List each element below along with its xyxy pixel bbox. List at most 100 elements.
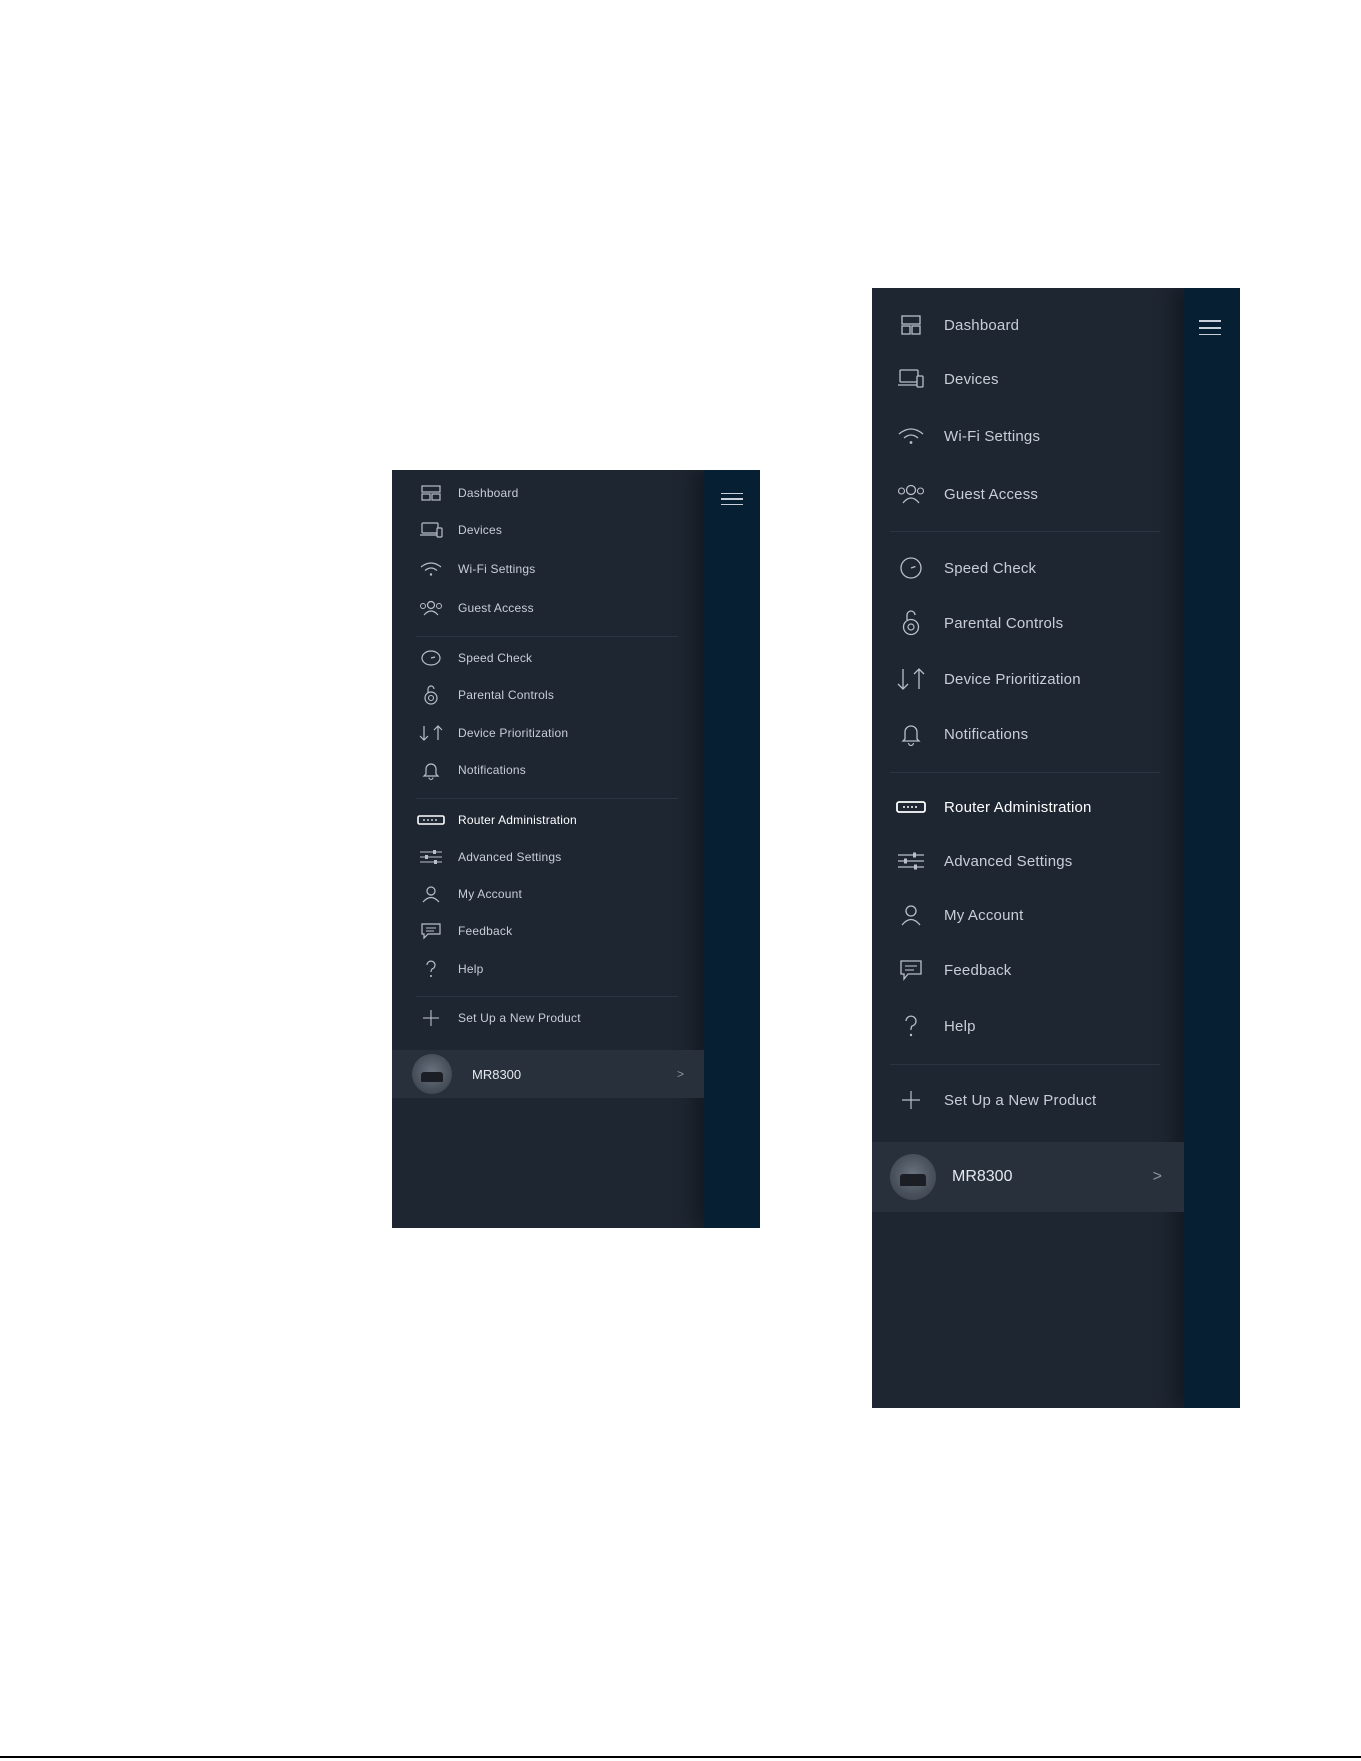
- menu-item-label: Device Prioritization: [944, 670, 1081, 688]
- menu-item-label: Feedback: [944, 961, 1012, 979]
- menu-item-parental-controls[interactable]: Parental Controls: [872, 605, 1063, 641]
- menu-item-feedback[interactable]: Feedback: [392, 917, 512, 945]
- menu-item-notifications[interactable]: Notifications: [392, 756, 526, 784]
- menu-item-label: Notifications: [944, 725, 1029, 743]
- product-thumbnail: [412, 1054, 452, 1094]
- menu-item-router-administration[interactable]: Router Administration: [392, 806, 577, 834]
- menu-item-label: Guest Access: [944, 485, 1039, 503]
- dashboard-icon: [416, 485, 446, 501]
- sliders-icon: [894, 851, 928, 871]
- menu-item-label: Parental Controls: [458, 688, 555, 702]
- menu-item-label: Dashboard: [458, 486, 519, 500]
- menu-item-dashboard[interactable]: Dashboard: [872, 307, 1019, 343]
- menu-item-label: Set Up a New Product: [458, 1011, 581, 1025]
- chevron-right-icon: >: [1152, 1168, 1162, 1185]
- menu-item-guest-access[interactable]: Guest Access: [872, 476, 1038, 512]
- menu-item-devices[interactable]: Devices: [392, 516, 502, 544]
- bell-icon: [894, 722, 928, 747]
- dashboard-icon: [894, 315, 928, 335]
- menu-item-label: Set Up a New Product: [944, 1091, 1097, 1109]
- menu-item-devices[interactable]: Devices: [872, 361, 999, 397]
- menu-item-device-prioritization[interactable]: Device Prioritization: [392, 719, 568, 747]
- menu-item-advanced-settings[interactable]: Advanced Settings: [392, 843, 561, 871]
- bell-icon: [416, 760, 446, 781]
- menu-panel-large: Dashboard Devices Wi-Fi Settings Guest A…: [872, 288, 1240, 1408]
- menu-item-label: Dashboard: [944, 316, 1020, 334]
- menu-item-parental-controls[interactable]: Parental Controls: [392, 681, 554, 709]
- menu-item-label: Parental Controls: [944, 614, 1064, 632]
- menu-item-advanced-settings[interactable]: Advanced Settings: [872, 843, 1072, 879]
- menu-item-device-prioritization[interactable]: Device Prioritization: [872, 661, 1081, 697]
- menu-item-speed-check[interactable]: Speed Check: [872, 550, 1036, 586]
- prioritization-icon: [416, 724, 446, 742]
- menu-item-my-account[interactable]: My Account: [872, 897, 1024, 933]
- help-icon: [894, 1014, 928, 1038]
- menu-item-feedback[interactable]: Feedback: [872, 952, 1011, 988]
- product-row[interactable]: MR8300 >: [872, 1142, 1184, 1212]
- divider: [890, 531, 1160, 532]
- guest-access-icon: [894, 484, 928, 504]
- router-icon: [894, 800, 928, 814]
- menu-item-help[interactable]: Help: [392, 955, 483, 983]
- menu-item-label: My Account: [944, 906, 1024, 924]
- product-name: MR8300: [952, 1168, 1013, 1185]
- menu-item-wifi-settings[interactable]: Wi-Fi Settings: [872, 418, 1040, 454]
- hamburger-icon[interactable]: [721, 493, 743, 509]
- devices-icon: [416, 522, 446, 538]
- menu-item-router-administration[interactable]: Router Administration: [872, 789, 1092, 825]
- guest-access-icon: [416, 600, 446, 616]
- plus-icon: [894, 1089, 928, 1111]
- devices-icon: [894, 369, 928, 389]
- menu-item-my-account[interactable]: My Account: [392, 880, 522, 908]
- menu-item-label: Router Administration: [458, 813, 577, 827]
- speed-check-icon: [416, 649, 446, 667]
- menu-item-label: Devices: [458, 523, 503, 537]
- parental-controls-icon: [894, 610, 928, 636]
- feedback-icon: [416, 922, 446, 940]
- menu-panel-small: Dashboard Devices Wi-Fi Settings Guest A…: [392, 470, 760, 1228]
- plus-icon: [416, 1008, 446, 1028]
- menu-item-label: Guest Access: [458, 601, 534, 615]
- wifi-icon: [894, 426, 928, 446]
- menu-item-label: Advanced Settings: [458, 850, 562, 864]
- menu-item-notifications[interactable]: Notifications: [872, 716, 1028, 752]
- wifi-icon: [416, 561, 446, 577]
- menu-item-label: Speed Check: [458, 651, 533, 665]
- menu-item-speed-check[interactable]: Speed Check: [392, 644, 532, 672]
- menu-item-label: Help: [944, 1017, 976, 1035]
- side-strip: [704, 470, 760, 1228]
- help-icon: [416, 959, 446, 979]
- divider: [890, 772, 1160, 773]
- menu-item-label: Wi-Fi Settings: [944, 427, 1041, 445]
- divider: [416, 996, 678, 997]
- menu-item-help[interactable]: Help: [872, 1008, 976, 1044]
- menu-item-dashboard[interactable]: Dashboard: [392, 479, 519, 507]
- menu-item-label: Feedback: [458, 924, 513, 938]
- router-icon: [416, 814, 446, 826]
- divider: [416, 636, 678, 637]
- speed-check-icon: [894, 556, 928, 580]
- divider: [416, 798, 678, 799]
- divider: [890, 1064, 1160, 1065]
- menu-item-label: Device Prioritization: [458, 726, 569, 740]
- menu-item-set-up-new-product[interactable]: Set Up a New Product: [872, 1082, 1096, 1118]
- user-icon: [894, 904, 928, 926]
- product-row[interactable]: MR8300 >: [392, 1050, 704, 1098]
- menu-item-wifi-settings[interactable]: Wi-Fi Settings: [392, 555, 535, 583]
- menu-item-label: Help: [458, 962, 484, 976]
- menu-item-label: Advanced Settings: [944, 852, 1073, 870]
- product-name: MR8300: [472, 1066, 522, 1082]
- feedback-icon: [894, 959, 928, 981]
- menu-item-label: Devices: [944, 370, 999, 388]
- parental-controls-icon: [416, 685, 446, 705]
- menu-item-guest-access[interactable]: Guest Access: [392, 594, 534, 622]
- side-strip: [1184, 288, 1240, 1408]
- menu-item-set-up-new-product[interactable]: Set Up a New Product: [392, 1004, 581, 1032]
- user-icon: [416, 885, 446, 903]
- menu-item-label: Router Administration: [944, 798, 1092, 816]
- menu-item-label: Speed Check: [944, 559, 1037, 577]
- chevron-right-icon: >: [676, 1067, 684, 1081]
- hamburger-icon[interactable]: [1199, 320, 1221, 340]
- sliders-icon: [416, 849, 446, 865]
- menu-item-label: My Account: [458, 887, 523, 901]
